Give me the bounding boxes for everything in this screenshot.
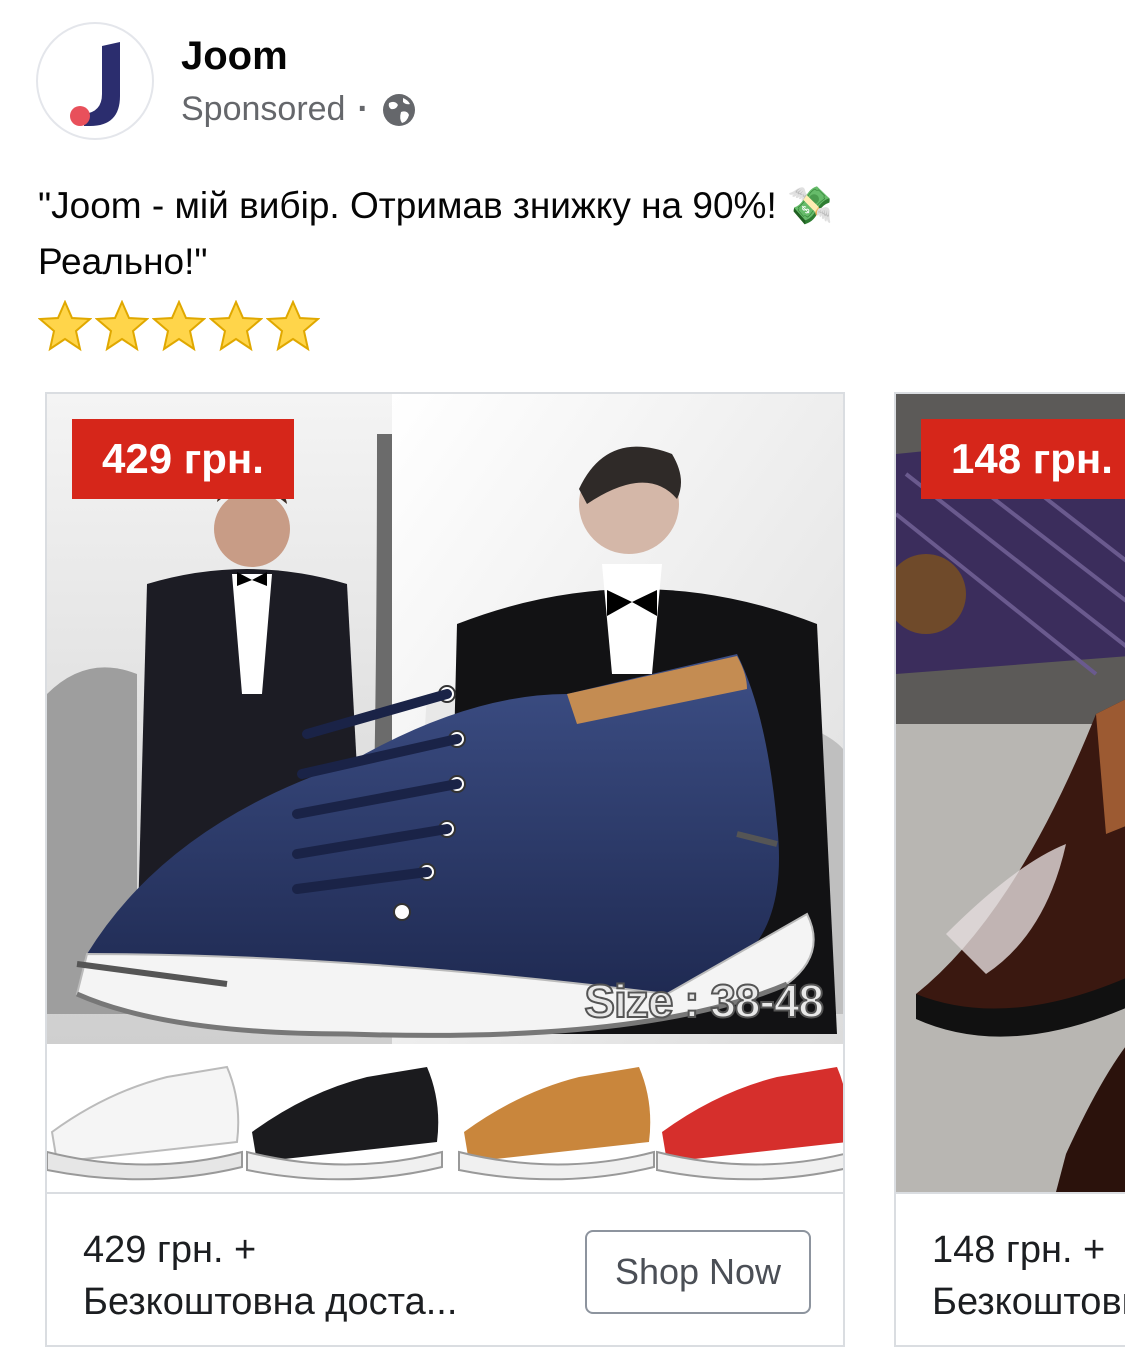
card-price-line: 148 грн. +: [932, 1229, 1106, 1271]
card-delivery-line: Безкоштовна доставка: [932, 1281, 1125, 1323]
star-icon: [152, 300, 206, 352]
post-text-line-2: Реально!": [38, 241, 208, 282]
card-delivery-line: Безкоштовна доста...: [83, 1281, 458, 1323]
size-label: Size : 38-48: [583, 974, 825, 1028]
post-text: "Joom - мій вибір. Отримав знижку на 90%…: [38, 178, 1038, 290]
post-header: Joom Sponsored ·: [36, 22, 1096, 142]
carousel-card-2[interactable]: 148 грн. 148 грн. + Безкоштовна доставка: [894, 392, 1125, 1347]
post-text-line-1: "Joom - мій вибір. Отримав знижку на 90%…: [38, 185, 834, 226]
shop-now-button[interactable]: Shop Now: [585, 1230, 811, 1314]
price-tag: 148 грн.: [921, 419, 1125, 499]
advertiser-avatar[interactable]: [36, 22, 154, 140]
card-headline[interactable]: 148 грн. + Безкоштовна доставка: [932, 1224, 1125, 1328]
sponsored-label[interactable]: Sponsored: [181, 90, 345, 129]
product-image[interactable]: 148 грн.: [896, 394, 1125, 1192]
card-footer: 429 грн. + Безкоштовна доста... Shop Now: [47, 1192, 843, 1345]
globe-icon[interactable]: [381, 92, 417, 128]
star-icon: [209, 300, 263, 352]
star-rating: [38, 300, 323, 352]
card-footer: 148 грн. + Безкоштовна доставка: [896, 1192, 1125, 1345]
joom-logo-icon: [70, 42, 120, 126]
star-icon: [95, 300, 149, 352]
advertiser-name[interactable]: Joom: [181, 34, 288, 79]
star-icon: [266, 300, 320, 352]
price-tag: 429 грн.: [72, 419, 294, 499]
carousel-card-1[interactable]: 429 грн. Size : 38-48 429 грн. + Безкошт…: [45, 392, 845, 1347]
card-headline[interactable]: 429 грн. + Безкоштовна доста...: [83, 1224, 457, 1328]
shoe-product-photo: [47, 394, 843, 1192]
card-price-line: 429 грн. +: [83, 1229, 257, 1271]
shoe-product-photo: [896, 394, 1125, 1192]
meta-separator: ·: [357, 90, 369, 128]
product-image[interactable]: 429 грн. Size : 38-48: [47, 394, 843, 1192]
star-icon: [38, 300, 92, 352]
post-meta: Sponsored ·: [181, 90, 417, 129]
